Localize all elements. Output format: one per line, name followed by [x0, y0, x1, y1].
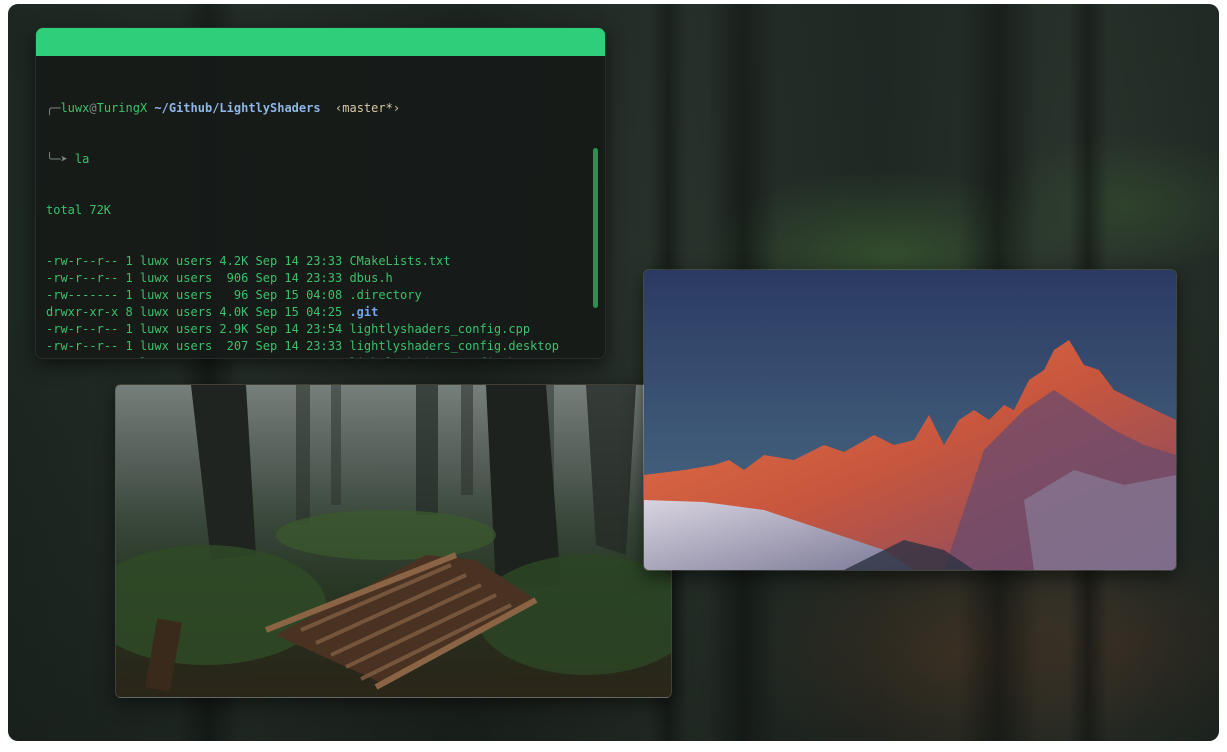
file-listing-row: -rw-r--r-- 1 luwx users 385 Sep 14 23:33…	[46, 355, 585, 358]
prompt-corner-top: ╭─	[46, 101, 61, 115]
file-name: lightlyshaders_config.h	[349, 356, 515, 358]
file-meta: -rw-r--r-- 1 luwx users 906 Sep 14 23:33	[46, 271, 350, 285]
file-meta: -rw-r--r-- 1 luwx users 207 Sep 14 23:33	[46, 339, 350, 353]
file-listing-row: -rw------- 1 luwx users 96 Sep 15 04:08 …	[46, 287, 585, 304]
command-line: ╰─➤ la	[46, 151, 585, 168]
terminal-window[interactable]: ╭─luwx@TuringX ~/Github/LightlyShaders ‹…	[35, 27, 606, 359]
file-meta: -rw-r--r-- 1 luwx users 4.2K Sep 14 23:3…	[46, 254, 350, 268]
file-meta: -rw------- 1 luwx users 96 Sep 15 04:08	[46, 288, 350, 302]
mountain-peak-image	[644, 270, 1176, 570]
terminal-titlebar[interactable]	[36, 28, 605, 56]
forest-photo-window[interactable]	[115, 384, 672, 698]
prompt-corner-bottom: ╰─➤	[46, 152, 68, 166]
mountain-painting-window[interactable]	[643, 269, 1177, 571]
file-name: lightlyshaders_config.cpp	[349, 322, 531, 336]
file-listing: -rw-r--r-- 1 luwx users 4.2K Sep 14 23:3…	[46, 253, 585, 358]
terminal-scrollbar[interactable]	[593, 148, 598, 308]
file-name: .directory	[349, 288, 422, 302]
file-name: dbus.h	[349, 271, 393, 285]
terminal-output[interactable]: ╭─luwx@TuringX ~/Github/LightlyShaders ‹…	[46, 66, 585, 358]
file-listing-row: -rw-r--r-- 1 luwx users 4.2K Sep 14 23:3…	[46, 253, 585, 270]
file-listing-row: -rw-r--r-- 1 luwx users 207 Sep 14 23:33…	[46, 338, 585, 355]
prompt-line: ╭─luwx@TuringX ~/Github/LightlyShaders ‹…	[46, 100, 585, 117]
file-listing-row: drwxr-xr-x 8 luwx users 4.0K Sep 15 04:2…	[46, 304, 585, 321]
listing-total: total 72K	[46, 203, 112, 217]
file-meta: -rw-r--r-- 1 luwx users 2.9K Sep 14 23:5…	[46, 322, 350, 336]
file-name: lightlyshaders_config.desktop	[349, 339, 559, 353]
prompt-host: TuringX	[96, 101, 148, 115]
prompt-user: luwx	[60, 101, 90, 115]
file-name: CMakeLists.txt	[349, 254, 451, 268]
command-text: la	[74, 152, 90, 166]
file-listing-row: -rw-r--r-- 1 luwx users 2.9K Sep 14 23:5…	[46, 321, 585, 338]
forest-staircase-image	[116, 385, 671, 697]
prompt-at: @	[89, 101, 97, 115]
prompt-git-branch: ‹master*›	[335, 101, 401, 115]
prompt-path: ~/Github/LightlyShaders	[154, 101, 321, 115]
file-listing-row: -rw-r--r-- 1 luwx users 906 Sep 14 23:33…	[46, 270, 585, 287]
file-meta: -rw-r--r-- 1 luwx users 385 Sep 14 23:33	[46, 356, 349, 358]
directory-name: .git	[349, 305, 379, 319]
file-meta: drwxr-xr-x 8 luwx users 4.0K Sep 15 04:2…	[46, 305, 350, 319]
